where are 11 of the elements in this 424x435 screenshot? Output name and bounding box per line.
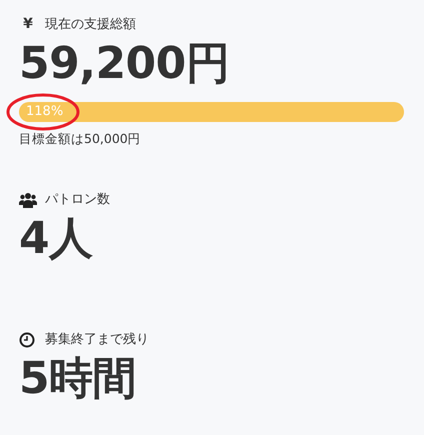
stat-value: 59,200円 [19, 39, 230, 90]
stat-value: 4人 [19, 214, 94, 264]
goal-text: 目標金額は50,000円 [19, 130, 142, 148]
stat-label: 現在の支援総額 [45, 16, 136, 34]
stat-label: 募集終了まで残り [45, 331, 149, 350]
clock-icon [19, 332, 37, 348]
stat-label: パトロン数 [45, 191, 110, 210]
users-icon [19, 192, 37, 208]
yen-icon: ¥ [19, 14, 37, 35]
progress-label: 118% [25, 102, 64, 121]
stat-value: 5時間 [19, 354, 138, 405]
